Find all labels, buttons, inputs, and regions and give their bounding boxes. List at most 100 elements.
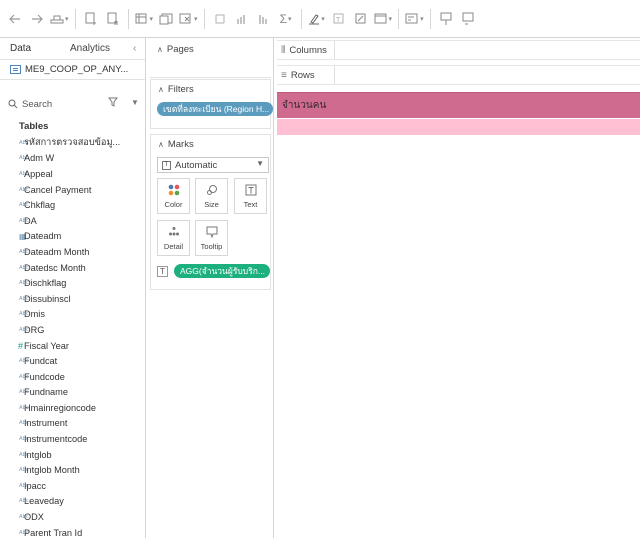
toolbar-divider: [398, 8, 400, 29]
field-item[interactable]: ▦ Dateadm: [0, 229, 146, 245]
back-icon[interactable]: [6, 8, 24, 30]
string-field-icon: Abc: [19, 404, 29, 411]
detail-button[interactable]: Detail: [157, 220, 190, 256]
fit-icon[interactable]: [374, 8, 393, 30]
show-me-icon[interactable]: [405, 8, 424, 30]
field-item[interactable]: Abc DA: [0, 213, 146, 229]
tab-analytics[interactable]: Analytics: [70, 43, 110, 54]
viz-area[interactable]: จำนวนคน: [277, 92, 640, 538]
size-button[interactable]: Size: [195, 178, 228, 214]
field-name: Adm W: [24, 153, 55, 164]
filters-card-title[interactable]: ∧ Filters: [151, 80, 270, 98]
color-icon: [168, 184, 180, 196]
clear-icon[interactable]: [179, 8, 198, 30]
field-item[interactable]: Abc รหัสการตรวจสอบข้อมู...: [0, 135, 146, 151]
field-name: Instrument: [24, 418, 68, 429]
field-item[interactable]: Abc Dissubinscl: [0, 291, 146, 307]
field-name: DRG: [24, 324, 45, 335]
field-name: Fundcat: [24, 356, 58, 367]
detail-icon: [168, 226, 180, 238]
sort-ascending-icon[interactable]: [233, 8, 251, 30]
tooltip-button[interactable]: Tooltip: [195, 220, 228, 256]
filter-fields-icon[interactable]: [108, 97, 118, 110]
field-item[interactable]: Abc Adm W: [0, 151, 146, 167]
tab-data[interactable]: Data: [10, 43, 31, 54]
field-item[interactable]: Abc Dmis: [0, 307, 146, 323]
duplicate-icon[interactable]: [157, 8, 175, 30]
string-field-icon: Abc: [19, 217, 29, 224]
string-field-icon: Abc: [19, 420, 29, 427]
pages-card-title[interactable]: ∧ Pages: [150, 40, 271, 58]
field-item[interactable]: Abc Parent Tran Id: [0, 525, 146, 538]
field-name: Appeal: [24, 168, 53, 179]
marks-card-title[interactable]: ∧ Marks: [151, 135, 270, 153]
field-item[interactable]: Abc Fundname: [0, 385, 146, 401]
tooltip-icon[interactable]: [437, 8, 455, 30]
field-item[interactable]: Abc Ipacc: [0, 478, 146, 494]
field-name: Instrumentcode: [24, 434, 88, 445]
string-field-icon: Abc: [19, 139, 29, 146]
pages-label: Pages: [166, 43, 194, 55]
svg-text:T: T: [335, 16, 341, 24]
field-name: Parent Tran Id: [24, 527, 83, 538]
field-item[interactable]: # Fiscal Year: [0, 338, 146, 354]
field-item[interactable]: Abc Appeal: [0, 166, 146, 182]
columns-icon: ⦀: [281, 45, 286, 56]
string-field-icon: Abc: [19, 514, 29, 521]
field-item[interactable]: Abc Intglob: [0, 447, 146, 463]
field-item[interactable]: Abc Instrumentcode: [0, 431, 146, 447]
text-label: Text: [243, 200, 258, 209]
field-item[interactable]: Abc Dateadm Month: [0, 244, 146, 260]
field-name: Fiscal Year: [24, 340, 69, 351]
presentation-icon[interactable]: [459, 8, 477, 30]
text-button[interactable]: Text: [234, 178, 267, 214]
field-item[interactable]: Abc Hmainregioncode: [0, 400, 146, 416]
search-input[interactable]: Search: [8, 96, 103, 112]
columns-shelf[interactable]: ⦀ Columns: [277, 40, 640, 60]
field-item[interactable]: Abc Fundcat: [0, 353, 146, 369]
mark-type-select[interactable]: T Automatic ▼: [157, 157, 269, 173]
new-worksheet-icon[interactable]: [135, 8, 154, 30]
pages-card: ∧ Pages: [150, 40, 271, 78]
field-item[interactable]: Abc Fundcode: [0, 369, 146, 385]
view-options-dropdown-icon[interactable]: ▼: [131, 98, 139, 107]
label-icon[interactable]: [352, 8, 370, 30]
field-item[interactable]: Abc Instrument: [0, 416, 146, 432]
datasource-name: ME9_COOP_OP_ANY...: [25, 64, 129, 75]
highlight-icon[interactable]: [308, 8, 326, 30]
string-field-icon: Abc: [19, 467, 29, 474]
group-icon[interactable]: T: [330, 8, 348, 30]
filter-pill[interactable]: เขตที่ลงทะเบียน (Region H...: [157, 102, 273, 116]
field-item[interactable]: Abc Leaveday: [0, 494, 146, 510]
measure-value-cell[interactable]: [277, 119, 640, 135]
field-name: DA: [24, 215, 37, 226]
field-item[interactable]: Abc Intglob Month: [0, 462, 146, 478]
pause-updates-icon[interactable]: [104, 8, 122, 30]
field-name: Dateadm: [24, 231, 62, 242]
measure-pill[interactable]: AGG(จำนวนผู้รับบริก...: [174, 264, 270, 278]
color-button[interactable]: Color: [157, 178, 190, 214]
field-item[interactable]: Abc Chkflag: [0, 197, 146, 213]
string-field-icon: Abc: [19, 326, 29, 333]
collapse-pane-icon[interactable]: ‹: [133, 43, 136, 54]
field-name: Fundname: [24, 387, 68, 398]
string-field-icon: Abc: [19, 498, 29, 505]
toolbar-divider: [203, 8, 205, 29]
field-item[interactable]: Abc DRG: [0, 322, 146, 338]
datasource-item[interactable]: ME9_COOP_OP_ANY...: [0, 60, 145, 80]
totals-icon[interactable]: Σ: [277, 8, 295, 30]
filters-card: ∧ Filters เขตที่ลงทะเบียน (Region H...: [150, 79, 273, 129]
measure-header[interactable]: จำนวนคน: [277, 92, 640, 118]
rows-shelf[interactable]: ≡ Rows: [277, 65, 640, 85]
field-item[interactable]: Abc ODX: [0, 509, 146, 525]
new-data-source-icon[interactable]: [82, 8, 100, 30]
field-item[interactable]: Abc Cancel Payment: [0, 182, 146, 198]
sort-descending-icon[interactable]: [255, 8, 273, 30]
toolbar-divider: [429, 8, 431, 29]
field-item[interactable]: Abc Dischkflag: [0, 275, 146, 291]
save-icon[interactable]: [50, 8, 69, 30]
string-field-icon: Abc: [19, 451, 29, 458]
forward-icon[interactable]: [28, 8, 46, 30]
field-item[interactable]: Abc Datedsc Month: [0, 260, 146, 276]
swap-icon[interactable]: [211, 8, 229, 30]
